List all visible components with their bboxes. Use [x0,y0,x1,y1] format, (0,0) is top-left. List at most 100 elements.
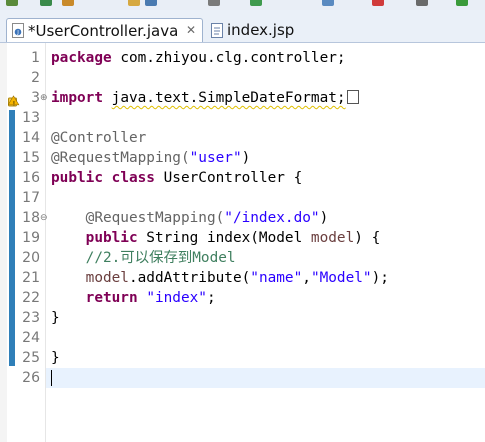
code-line[interactable]: 24 [0,328,485,348]
code-token: @Controller [51,130,147,146]
line-number: 23 [22,310,40,326]
toolbar-icon-5[interactable] [145,0,157,6]
line-number: 2 [31,70,40,86]
line-number: 24 [22,330,40,346]
code-line[interactable]: ! 3 ⊕ import java.text.SimpleDateFormat; [0,88,485,108]
line-number: 14 [22,130,40,146]
main-toolbar [0,0,485,10]
code-line[interactable]: 15 @RequestMapping("user") [0,148,485,168]
code-token: java.text.SimpleDateFormat; [111,90,346,106]
code-token: package [51,50,112,66]
code-token: ) [241,150,251,166]
code-line[interactable]: 23} [0,308,485,328]
code-token: model [310,230,355,246]
toolbar-icon-11[interactable] [456,0,468,6]
tab-index-jsp[interactable]: index.jsp [207,18,297,42]
line-number: 13 [22,110,40,126]
line-number: 15 [22,150,40,166]
line-number: 18 [22,210,40,226]
line-number: 21 [22,270,40,286]
code-token: class [111,170,155,186]
java-file-icon: J [12,23,24,38]
code-line[interactable]: 14 @Controller [0,128,485,148]
code-token: "name" [250,270,303,286]
code-line[interactable]: 1 package com.zhiyou.clg.controller; [0,48,485,68]
line-number: 3 [31,90,40,106]
toolbar-icon-6[interactable] [208,0,220,6]
code-token: public [51,170,103,186]
code-token: , [302,270,311,286]
code-line[interactable]: 2 [0,68,485,88]
code-text: public String index(Model model) { [51,228,381,248]
code-line[interactable]: 21 model.addAttribute("name","Model"); [0,268,485,288]
toolbar-icon-8[interactable] [322,0,334,6]
svg-text:J: J [16,30,19,36]
toolbar-icon-1[interactable] [6,0,18,6]
line-number: 19 [22,230,40,246]
code-token: ) { [354,230,381,246]
code-text: package com.zhiyou.clg.controller; [51,48,346,68]
folded-region-icon[interactable] [346,90,359,104]
code-token: return [85,290,138,306]
code-line[interactable]: 20 //2.可以保存到Model [0,248,485,268]
line-number: 1 [31,50,40,66]
code-token: "Model" [310,270,372,286]
warning-icon[interactable]: ! [7,92,20,108]
code-text: } [51,308,60,328]
code-text: //2.可以保存到Model [51,248,236,268]
code-token: //2.可以保存到Model [51,250,236,266]
collapse-fold-icon[interactable]: ⊖ [40,208,48,228]
code-token: ) [319,210,329,226]
toolbar-icon-9[interactable] [372,0,384,6]
code-line[interactable]: 16 public class UserController { [0,168,485,188]
code-editor[interactable]: 1 package com.zhiyou.clg.controller; 2! 3 ⊕ i… [0,43,485,442]
code-text: import java.text.SimpleDateFormat; [51,88,359,108]
code-text: @RequestMapping("/index.do") [51,208,329,228]
code-line[interactable]: 18 ⊖ @RequestMapping("/index.do") [0,208,485,228]
code-token: com.zhiyou.clg.controller; [111,50,346,66]
code-token: .addAttribute( [128,270,251,286]
line-number: 16 [22,170,40,186]
code-text: return "index"; [51,288,216,308]
code-line[interactable]: 25} [0,348,485,368]
toolbar-icon-7[interactable] [250,0,262,6]
code-text: model.addAttribute("name","Model"); [51,268,389,288]
code-token: import [51,90,103,106]
code-line[interactable]: 13 [0,108,485,128]
toolbar-icon-3[interactable] [62,0,74,6]
toolbar-icon-10[interactable] [416,0,428,6]
code-text: @Controller [51,128,146,148]
code-token: String index(Model [137,230,311,246]
line-number: 25 [22,350,40,366]
code-text: } [51,348,60,368]
code-line[interactable]: 17 [0,188,485,208]
line-number: 26 [22,370,40,386]
code-token: UserController { [154,170,303,186]
code-token: "/index.do" [224,210,320,226]
toolbar-icon-4[interactable] [128,0,140,6]
code-token: model [85,270,129,286]
line-number: 17 [22,190,40,206]
code-token: ; [206,290,216,306]
expand-fold-icon[interactable]: ⊕ [40,88,48,108]
tab-usercontroller-java[interactable]: J *UserController.java ✕ [6,18,203,42]
code-line[interactable]: 26 [0,368,485,388]
quick-diff-bar [9,110,15,366]
code-line[interactable]: 22 return "index"; [0,288,485,308]
code-line[interactable]: 19 public String index(Model model) { [0,228,485,248]
line-number: 20 [22,250,40,266]
code-token: } [51,310,60,326]
close-icon[interactable]: ✕ [186,24,196,36]
code-text: public class UserController { [51,168,302,188]
code-token: @RequestMapping( [51,210,225,226]
code-token: } [51,350,60,366]
code-token: "index" [146,290,207,306]
code-token: public [85,230,138,246]
line-number: 22 [22,290,40,306]
toolbar-icon-2[interactable] [40,0,52,6]
